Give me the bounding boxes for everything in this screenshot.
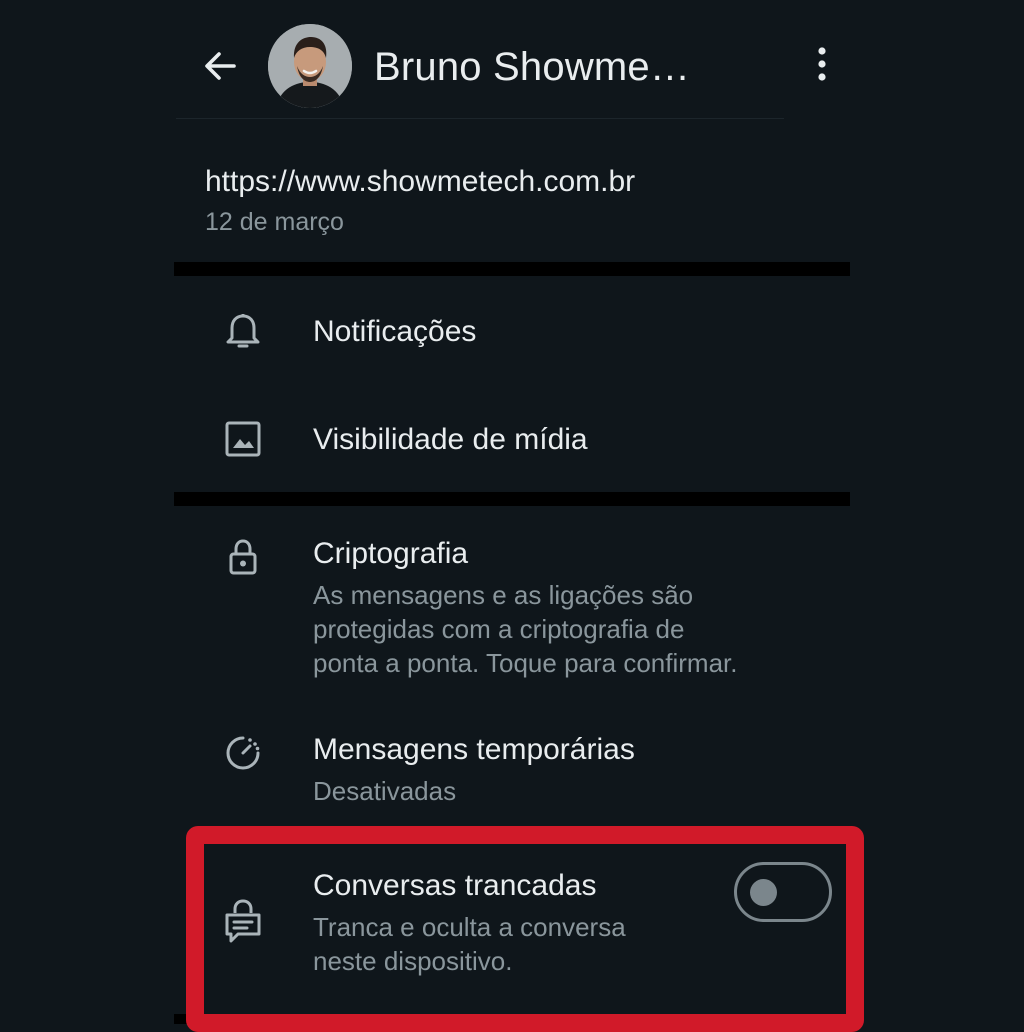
media-visibility-title: Visibilidade de mídia	[313, 423, 588, 456]
section-divider	[174, 1014, 850, 1024]
more-options-button[interactable]	[800, 40, 844, 92]
disappearing-messages-title: Mensagens temporárias	[313, 733, 635, 766]
locked-chats-toggle[interactable]	[734, 862, 832, 922]
back-button[interactable]	[196, 44, 244, 92]
back-arrow-icon	[202, 48, 238, 89]
encryption-subtitle-line: As mensagens e as ligações são	[313, 580, 694, 610]
encryption-subtitle-line: ponta a ponta. Toque para confirmar.	[313, 648, 738, 678]
encryption-title: Criptografia	[313, 537, 469, 570]
bell-icon	[220, 308, 266, 354]
disappearing-messages-status: Desativadas	[313, 776, 457, 806]
more-vertical-icon	[816, 46, 828, 87]
contact-name[interactable]: Bruno Showme…	[374, 42, 690, 92]
header-divider	[176, 118, 784, 119]
notifications-title: Notificações	[313, 315, 477, 348]
notifications-row[interactable]	[174, 276, 850, 384]
lock-icon	[220, 534, 266, 580]
encryption-subtitle-line: protegidas com a criptografia de	[313, 614, 685, 644]
shared-link[interactable]: https://www.showmetech.com.br	[205, 160, 635, 204]
section-divider	[174, 492, 850, 506]
chat-lock-icon	[220, 898, 266, 944]
timer-icon	[220, 730, 266, 776]
toggle-knob	[750, 879, 777, 906]
locked-chats-subtitle-line: Tranca e oculta a conversa	[313, 912, 626, 942]
locked-chats-title: Conversas trancadas	[313, 869, 597, 902]
image-icon	[220, 416, 266, 462]
encryption-subtitle: As mensagens e as ligações são protegida…	[313, 578, 833, 680]
section-divider	[174, 262, 850, 276]
locked-chats-subtitle-line: neste dispositivo.	[313, 946, 513, 976]
link-date: 12 de março	[205, 208, 344, 236]
contact-avatar[interactable]	[268, 24, 352, 108]
locked-chats-subtitle: Tranca e oculta a conversa neste disposi…	[313, 910, 713, 978]
